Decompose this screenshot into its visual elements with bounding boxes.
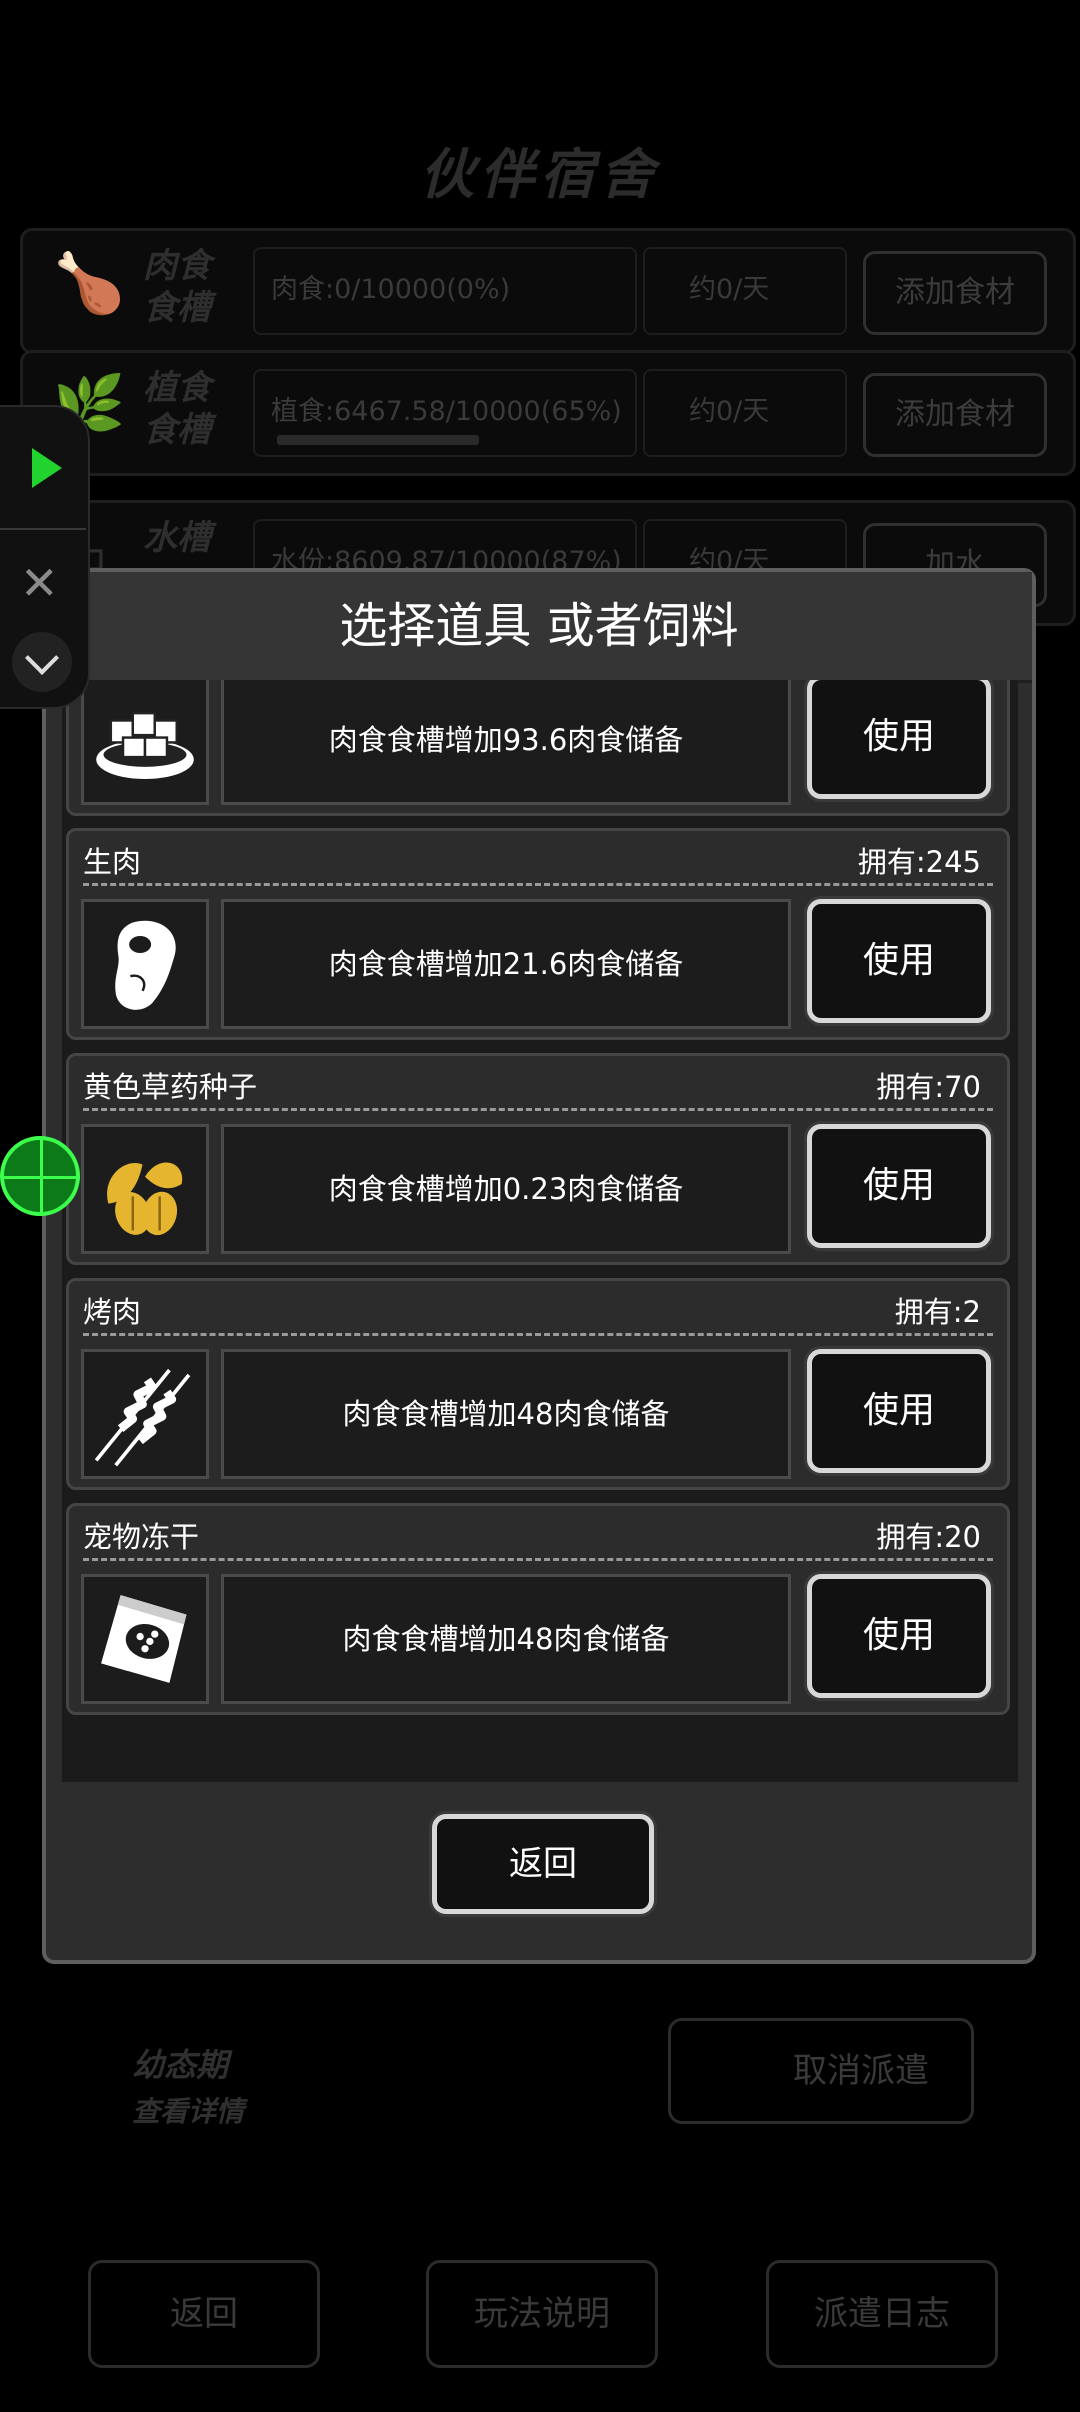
item-name: 宠物冻干 xyxy=(83,1520,200,1554)
meat-trough-label: 肉食食槽 xyxy=(143,246,211,328)
item-owned-count: 拥有:245 xyxy=(857,845,981,879)
plant-trough-label: 植食食槽 xyxy=(143,368,211,450)
list-item: 肉食食槽增加93.6肉食储备 使用 xyxy=(66,680,1010,816)
chevron-down-icon[interactable] xyxy=(12,632,72,692)
item-description: 肉食食槽增加93.6肉食储备 xyxy=(221,680,791,805)
item-name: 生肉 xyxy=(83,845,142,879)
list-item: 黄色草药种子 拥有:70 肉食食槽增加0.23肉食储备 使用 xyxy=(66,1053,1010,1265)
herb-seed-icon xyxy=(81,1124,209,1254)
plant-progress-bar xyxy=(277,435,479,445)
item-owned-count: 拥有:2 xyxy=(894,1295,981,1329)
water-trough-label: 水槽 xyxy=(143,518,211,558)
meat-stat: 肉食:0/10000(0%) xyxy=(253,247,637,335)
item-description: 肉食食槽增加21.6肉食储备 xyxy=(221,899,791,1029)
plant-rate: 约0/天 xyxy=(643,369,847,457)
item-description: 肉食食槽增加48肉食储备 xyxy=(221,1574,791,1704)
crosshair-icon[interactable] xyxy=(0,1136,80,1216)
skewer-icon xyxy=(81,1349,209,1479)
item-list[interactable]: 肉食食槽增加93.6肉食储备 使用 生肉 拥有:245 肉食食槽增加21.6肉食… xyxy=(62,680,1018,1782)
cancel-dispatch-button[interactable]: 取消派遣 xyxy=(668,2018,974,2124)
meat-rate: 约0/天 xyxy=(643,247,847,335)
list-item: 宠物冻干 拥有:20 肉食食槽增加48肉食储备 使用 xyxy=(66,1503,1010,1715)
back-button[interactable]: 返回 xyxy=(432,1814,654,1914)
use-button[interactable]: 使用 xyxy=(807,1349,991,1473)
item-select-dialog: 选择道具 或者饲料 肉食食槽增加93.6肉食储备 使用 生肉 拥有:245 肉食… xyxy=(42,568,1036,1964)
item-owned-count: 拥有:70 xyxy=(876,1070,981,1104)
gameplay-help-button[interactable]: 玩法说明 xyxy=(426,2260,658,2368)
list-item: 烤肉 拥有:2 肉食食槽增加48肉食储备 使用 xyxy=(66,1278,1010,1490)
plant-stat: 植食:6467.58/10000(65%) xyxy=(253,369,637,457)
view-details-link[interactable]: 查看详情 xyxy=(132,2090,244,2130)
divider xyxy=(83,1558,993,1561)
add-plant-button[interactable]: 添加食材 xyxy=(863,373,1047,457)
pet-food-bag-icon xyxy=(81,1574,209,1704)
divider xyxy=(83,1333,993,1336)
list-item: 生肉 拥有:245 肉食食槽增加21.6肉食储备 使用 xyxy=(66,828,1010,1040)
raw-meat-icon xyxy=(81,899,209,1029)
drumstick-icon: 🍗 xyxy=(53,249,126,317)
stage-label: 幼态期 xyxy=(132,2046,229,2084)
use-button[interactable]: 使用 xyxy=(807,1574,991,1698)
plant-trough-row: 🌿 植食食槽 植食:6467.58/10000(65%) 约0/天 添加食材 xyxy=(20,350,1076,476)
play-icon[interactable] xyxy=(0,410,86,528)
add-meat-button[interactable]: 添加食材 xyxy=(863,251,1047,335)
divider xyxy=(0,528,86,530)
meat-trough-row: 🍗 肉食食槽 肉食:0/10000(0%) 约0/天 添加食材 xyxy=(20,228,1076,354)
divider xyxy=(83,883,993,886)
bg-back-button[interactable]: 返回 xyxy=(88,2260,320,2368)
item-name: 黄色草药种子 xyxy=(83,1070,258,1104)
meat-cubes-icon xyxy=(81,680,209,805)
item-name: 烤肉 xyxy=(83,1295,142,1329)
use-button[interactable]: 使用 xyxy=(807,680,991,799)
item-description: 肉食食槽增加48肉食储备 xyxy=(221,1349,791,1479)
item-owned-count: 拥有:20 xyxy=(876,1520,981,1554)
use-button[interactable]: 使用 xyxy=(807,899,991,1023)
item-description: 肉食食槽增加0.23肉食储备 xyxy=(221,1124,791,1254)
dispatch-log-button[interactable]: 派遣日志 xyxy=(766,2260,998,2368)
page-title: 伙伴宿舍 xyxy=(420,143,660,206)
close-icon[interactable]: ✕ xyxy=(20,560,59,606)
divider xyxy=(83,1108,993,1111)
dialog-title: 选择道具 或者饲料 xyxy=(46,572,1032,683)
use-button[interactable]: 使用 xyxy=(807,1124,991,1248)
